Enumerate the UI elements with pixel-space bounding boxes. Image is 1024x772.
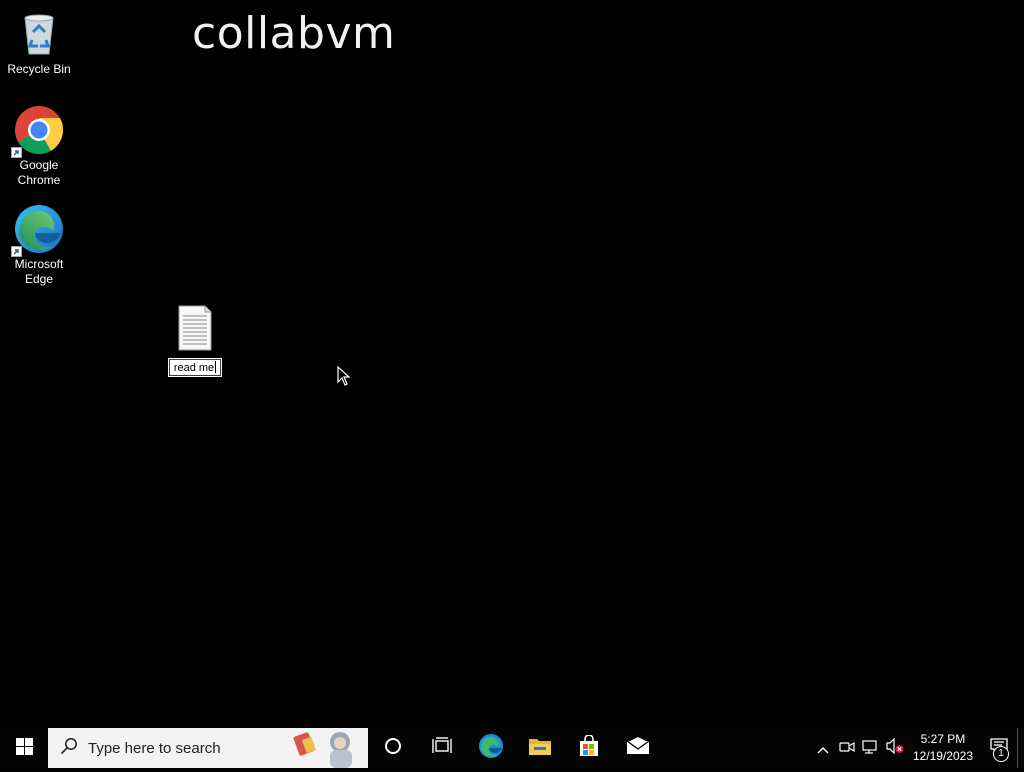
taskbar-store-button[interactable] bbox=[564, 728, 613, 768]
desktop[interactable]: collabvm Recycle Bin Google Chrome Micro… bbox=[0, 0, 1024, 728]
rename-input[interactable]: read me bbox=[167, 358, 223, 377]
edge-icon bbox=[11, 203, 65, 257]
rename-input-value: read me bbox=[173, 362, 215, 374]
clock-time: 5:27 PM bbox=[920, 732, 966, 746]
mouse-pointer-icon bbox=[337, 365, 351, 390]
store-icon bbox=[578, 734, 600, 761]
text-caret bbox=[215, 361, 217, 373]
search-icon bbox=[60, 737, 78, 759]
mail-icon bbox=[626, 737, 650, 759]
show-desktop-button[interactable] bbox=[1017, 728, 1024, 768]
show-hidden-icons-button[interactable] bbox=[811, 739, 835, 758]
desktop-icon-recycle-bin[interactable]: Recycle Bin bbox=[0, 8, 78, 77]
search-highlight-illustration bbox=[292, 728, 364, 772]
taskbar-mail-button[interactable] bbox=[613, 728, 662, 768]
task-view-icon bbox=[431, 737, 452, 759]
recycle-bin-icon bbox=[13, 8, 65, 60]
edge-icon bbox=[478, 733, 504, 763]
task-view-button[interactable] bbox=[417, 728, 466, 768]
action-center-button[interactable]: 1 bbox=[981, 728, 1017, 768]
network-icon bbox=[862, 739, 880, 758]
desktop-icon-google-chrome[interactable]: Google Chrome bbox=[0, 104, 78, 188]
text-file-icon bbox=[169, 304, 221, 356]
clock-date: 12/19/2023 bbox=[912, 749, 973, 763]
volume-muted-icon bbox=[886, 737, 904, 758]
windows-start-icon bbox=[15, 737, 33, 759]
shortcut-arrow-icon bbox=[11, 147, 22, 158]
network-button[interactable] bbox=[859, 739, 883, 758]
start-button[interactable] bbox=[0, 728, 48, 768]
shortcut-arrow-icon bbox=[11, 246, 22, 257]
cortana-icon bbox=[384, 737, 402, 759]
taskbar-clock[interactable]: 5:27 PM 12/19/2023 bbox=[907, 731, 981, 765]
meet-now-button[interactable] bbox=[835, 739, 859, 758]
collabvm-watermark: collabvm bbox=[192, 8, 396, 59]
taskbar: Type here to search 5:27 PM 12/19/2023 1 bbox=[0, 728, 1024, 768]
desktop-icon-microsoft-edge[interactable]: Microsoft Edge bbox=[0, 203, 78, 287]
recycle-bin-label: Recycle Bin bbox=[7, 62, 71, 76]
chevron-up-icon bbox=[817, 739, 829, 758]
search-placeholder: Type here to search bbox=[88, 739, 221, 757]
google-chrome-label: Google Chrome bbox=[17, 158, 61, 187]
meet-now-icon bbox=[839, 739, 855, 758]
chrome-icon bbox=[11, 104, 65, 158]
file-explorer-icon bbox=[528, 736, 552, 760]
taskbar-edge-button[interactable] bbox=[466, 728, 515, 768]
desktop-icon-read-me[interactable]: read me bbox=[156, 304, 234, 377]
taskbar-file-explorer-button[interactable] bbox=[515, 728, 564, 768]
notification-count-badge: 1 bbox=[993, 746, 1009, 762]
cortana-button[interactable] bbox=[368, 728, 417, 768]
taskbar-search-box[interactable]: Type here to search bbox=[48, 728, 368, 768]
volume-button[interactable] bbox=[883, 737, 907, 758]
microsoft-edge-label: Microsoft Edge bbox=[14, 257, 64, 286]
system-tray: 5:27 PM 12/19/2023 1 bbox=[811, 728, 1024, 768]
